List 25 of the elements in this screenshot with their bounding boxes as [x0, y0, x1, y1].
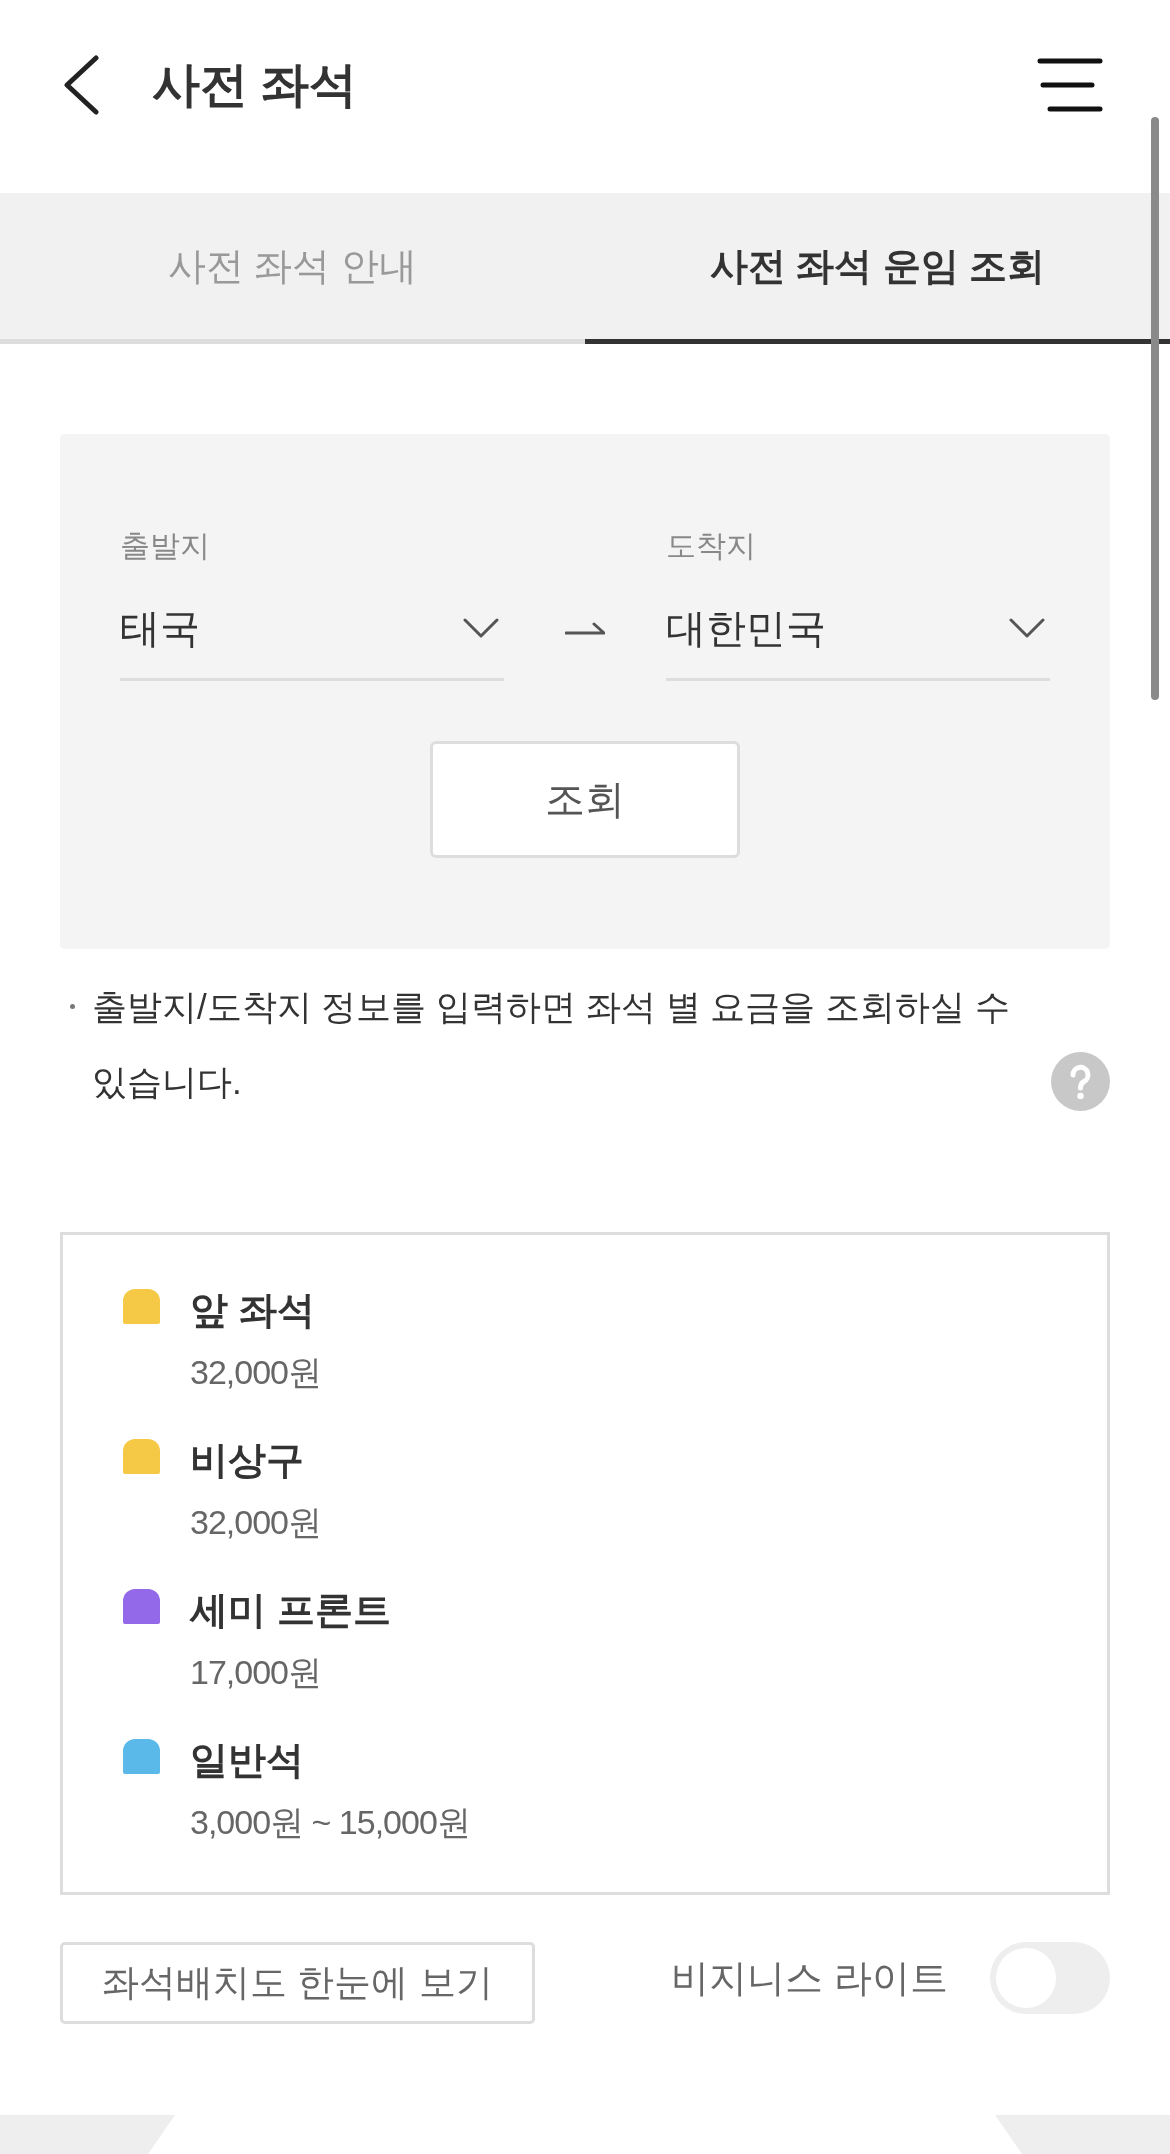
info-text: 출발지/도착지 정보를 입력하면 좌석 별 요금을 조회하실 수 있습니다. — [92, 986, 1011, 1103]
tab[interactable]: 사전 좌석 운임 조회 — [585, 193, 1170, 344]
menu-icon[interactable] — [1037, 58, 1103, 112]
seat-map-button[interactable]: 좌석배치도 한눈에 보기 — [60, 1942, 535, 2024]
scrollbar[interactable] — [1151, 117, 1159, 700]
back-icon[interactable] — [62, 55, 100, 115]
chevron-down-icon — [463, 618, 499, 638]
toggle-label: 비지니스 라이트 — [671, 1955, 948, 2001]
page-title: 사전 좌석 — [152, 57, 358, 113]
search-button[interactable]: 조회 — [430, 741, 740, 858]
seat-price: 17,000원 — [190, 1652, 321, 1693]
bullet-icon — [70, 1004, 75, 1009]
field-label: 도착지 — [666, 528, 757, 564]
select-field[interactable]: 태국 — [120, 578, 504, 681]
seat-type-name: 일반석 — [190, 1738, 304, 1783]
seat-type-name: 앞 좌석 — [190, 1288, 315, 1333]
seat-price: 32,000원 — [190, 1502, 321, 1543]
seat-price: 3,000원 ~ 15,000원 — [190, 1802, 470, 1843]
seat-type-name: 비상구 — [190, 1438, 304, 1483]
field-label: 출발지 — [120, 528, 211, 564]
seat-type-name: 세미 프론트 — [190, 1588, 391, 1633]
select-field[interactable]: 대한민국 — [666, 578, 1050, 681]
chevron-down-icon — [1009, 618, 1045, 638]
seat-price: 32,000원 — [190, 1352, 321, 1393]
help-icon[interactable] — [1051, 1052, 1110, 1111]
